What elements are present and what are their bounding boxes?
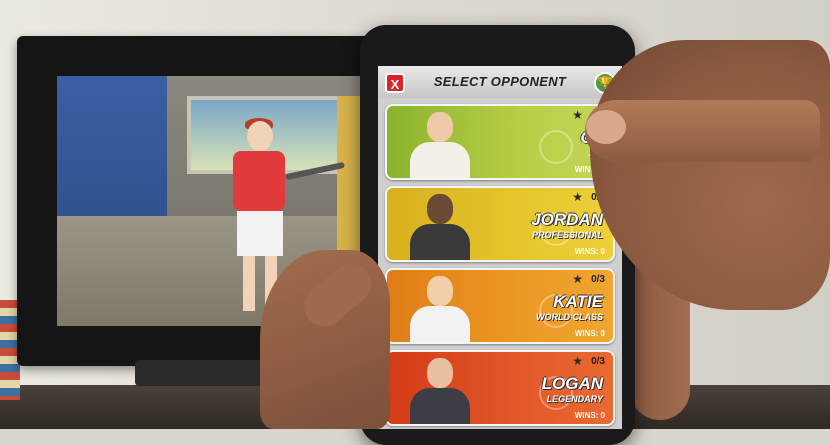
opponent-wins: WINS: 0 <box>574 247 605 256</box>
opponent-progress: 0/3 <box>591 356 605 367</box>
portrait-head <box>427 276 453 306</box>
player-shirt <box>233 151 285 211</box>
opponent-portrait <box>395 188 485 260</box>
portrait-body <box>410 388 470 424</box>
page-title: SELECT OPPONENT <box>433 74 567 89</box>
portrait-head <box>427 112 453 142</box>
player-shorts <box>237 211 283 256</box>
opponent-name: JORDAN <box>531 210 603 229</box>
opponent-card-katie[interactable]: ★ 0/3 KATIE WORLD CLASS WINS: 0 <box>385 268 615 344</box>
opponent-card-logan[interactable]: ★ 0/3 LOGAN LEGENDARY WINS: 0 <box>385 350 615 426</box>
star-icon: ★ <box>572 190 583 204</box>
header-bar: X SELECT OPPONENT 🏆 <box>378 66 622 98</box>
star-icon: ★ <box>572 354 583 368</box>
opponent-progress: 0/3 <box>591 274 605 285</box>
opponent-wins: WINS: 0 <box>574 411 605 420</box>
opponent-card-jordan[interactable]: ★ 0/3 JORDAN PROFESSIONAL WINS: 0 <box>385 186 615 262</box>
star-icon: ★ <box>572 108 583 122</box>
tennis-ball-icon <box>539 130 573 164</box>
portrait-head <box>427 358 453 388</box>
phone-screen: X SELECT OPPONENT 🏆 ★ CL AM WINS: 0 ★ 0/… <box>378 66 622 429</box>
portrait-body <box>410 306 470 342</box>
opponent-portrait <box>395 270 485 342</box>
opponent-level: WORLD CLASS <box>536 312 603 322</box>
opponent-name: LOGAN <box>541 374 603 393</box>
opponent-portrait <box>395 352 485 424</box>
hand-left <box>260 250 390 429</box>
fingernail <box>586 110 626 144</box>
opponent-name: KATIE <box>553 292 603 311</box>
player-head <box>247 121 273 151</box>
star-icon: ★ <box>572 272 583 286</box>
close-button[interactable]: X <box>385 73 405 93</box>
opponent-level: PROFESSIONAL <box>531 230 603 240</box>
portrait-head <box>427 194 453 224</box>
opponent-card-cl[interactable]: ★ CL AM WINS: 0 <box>385 104 615 180</box>
portrait-body <box>410 224 470 260</box>
portrait-body <box>410 142 470 178</box>
opponent-wins: WINS: 0 <box>574 329 605 338</box>
player-leg <box>243 256 255 311</box>
opponent-level: LEGENDARY <box>546 394 603 404</box>
opponent-portrait <box>395 106 485 178</box>
